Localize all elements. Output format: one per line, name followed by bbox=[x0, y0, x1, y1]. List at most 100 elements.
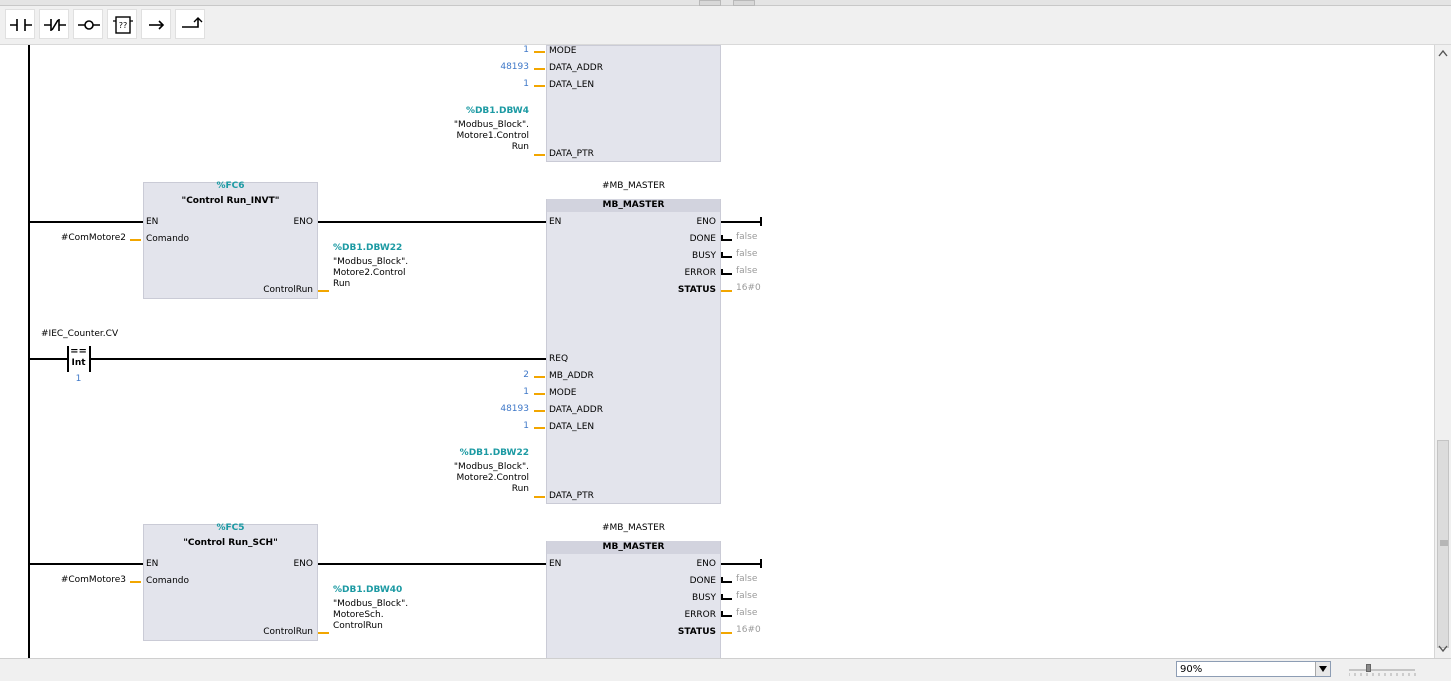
fc5-comando-operand[interactable]: #ComMotore3 bbox=[40, 575, 126, 586]
output-coil-icon[interactable] bbox=[73, 9, 103, 39]
mb-ptr-symbol-line1: "Modbus_Block". bbox=[453, 462, 529, 472]
zoom-dropdown-button[interactable] bbox=[1315, 662, 1330, 676]
mb-error-value-bot: false bbox=[736, 608, 758, 618]
mb-ptr-address[interactable]: %DB1.DBW22 bbox=[420, 448, 529, 459]
const-data-addr-top: 48193 bbox=[500, 62, 529, 72]
zoom-slider[interactable] bbox=[1348, 662, 1417, 678]
fc5-out-address[interactable]: %DB1.DBW40 bbox=[333, 585, 402, 596]
mb-status-value: 16#0 bbox=[736, 283, 761, 293]
empty-box-icon[interactable]: ?? bbox=[107, 9, 137, 39]
bool-connector bbox=[721, 252, 723, 258]
fc5-controlrun-pin: ControlRun bbox=[263, 627, 313, 637]
mb-eno: ENO bbox=[696, 217, 716, 227]
compare-operand[interactable]: #IEC_Counter.CV bbox=[41, 329, 118, 340]
pin-connector bbox=[534, 393, 545, 395]
close-branch-icon[interactable] bbox=[175, 9, 205, 39]
collapse-up-button[interactable] bbox=[699, 0, 721, 6]
pin-connector bbox=[534, 376, 545, 378]
fc6-comando-operand[interactable]: #ComMotore2 bbox=[40, 233, 126, 244]
normally-open-contact-icon[interactable] bbox=[5, 9, 35, 39]
mb-en-bot: EN bbox=[549, 559, 562, 569]
mb-ptr-symbol-line2: Motore2.Control bbox=[456, 473, 529, 483]
ptr-address-top: %DB1.DBW4 bbox=[465, 106, 529, 116]
ladder-toolbar: ?? bbox=[0, 0, 1451, 45]
fc6-out-symbol-line1: "Modbus_Block". bbox=[333, 257, 409, 267]
ladder-editor-canvas[interactable]: 1 MODE 48193 DATA_ADDR 1 DATA_LEN %DB1.D… bbox=[0, 45, 1434, 658]
bool-connector bbox=[721, 611, 723, 617]
chevron-down-icon bbox=[1319, 666, 1327, 672]
pin-data-len: DATA_LEN bbox=[549, 80, 595, 90]
fc6-controlrun-pin: ControlRun bbox=[263, 285, 313, 295]
rung-wire bbox=[30, 563, 143, 565]
fc5-en: EN bbox=[146, 559, 159, 569]
mb-busy-pin: BUSY bbox=[692, 251, 716, 261]
pin-connector bbox=[534, 68, 545, 70]
const-mb-addr[interactable]: 2 bbox=[480, 370, 529, 381]
pin-connector bbox=[721, 632, 732, 634]
bool-connector bbox=[721, 594, 723, 600]
fc6-en: EN bbox=[146, 217, 159, 227]
grip-icon bbox=[1440, 540, 1448, 546]
fc6-out-symbol-line2: Motore2.Control bbox=[333, 268, 406, 278]
fc6-address: %FC6 bbox=[216, 181, 245, 191]
zoom-select[interactable]: 90% bbox=[1176, 661, 1331, 677]
rung-wire bbox=[318, 221, 546, 223]
open-branch-icon[interactable] bbox=[141, 9, 171, 39]
mb-master-title-bot: MB_MASTER bbox=[602, 542, 665, 552]
power-rail bbox=[28, 45, 30, 658]
normally-closed-contact-icon[interactable] bbox=[39, 9, 69, 39]
bool-connector bbox=[721, 577, 723, 583]
mb-done-value-bot: false bbox=[736, 574, 758, 584]
mb-busy-value: false bbox=[736, 249, 758, 259]
ptr-symbol-line3: Run bbox=[511, 142, 529, 152]
compare-operator: == bbox=[70, 346, 87, 357]
pin-data-ptr: DATA_PTR bbox=[549, 149, 594, 159]
vertical-scrollbar[interactable] bbox=[1434, 45, 1451, 658]
const-mode-top: 1 bbox=[523, 45, 529, 55]
const-mode-mid[interactable]: 1 bbox=[480, 387, 529, 398]
mb-master-instance-bot: #MB_MASTER bbox=[601, 523, 666, 533]
rung-wire bbox=[318, 563, 546, 565]
pin-connector bbox=[534, 85, 545, 87]
fc5-comando-pin: Comando bbox=[146, 576, 189, 586]
pin-data-addr: DATA_ADDR bbox=[549, 63, 603, 73]
collapse-down-button[interactable] bbox=[733, 0, 755, 6]
const-data-addr-mid[interactable]: 48193 bbox=[480, 404, 529, 415]
pin-connector bbox=[130, 581, 141, 583]
pin-connector bbox=[721, 290, 732, 292]
fc5-out-symbol-line3: ControlRun bbox=[333, 621, 383, 631]
mb-error-pin-bot: ERROR bbox=[684, 610, 716, 620]
mb-data-len-pin: DATA_LEN bbox=[549, 422, 595, 432]
mb-done-pin-bot: DONE bbox=[689, 576, 716, 586]
const-data-len-top: 1 bbox=[523, 79, 529, 89]
scrollbar-thumb[interactable] bbox=[1437, 440, 1449, 648]
mb-data-ptr-pin: DATA_PTR bbox=[549, 491, 594, 501]
fc6-eno: ENO bbox=[293, 217, 313, 227]
zoom-value: 90% bbox=[1180, 664, 1203, 675]
mb-en: EN bbox=[549, 217, 562, 227]
mb-status-pin: STATUS bbox=[677, 285, 716, 295]
scroll-up-icon[interactable] bbox=[1438, 49, 1448, 57]
compare-value[interactable]: 1 bbox=[68, 374, 89, 385]
rung-wire bbox=[91, 358, 546, 360]
mb-mode-pin: MODE bbox=[549, 388, 577, 398]
scroll-down-icon[interactable] bbox=[1438, 645, 1448, 653]
ptr-symbol-line2: Motore1.Control bbox=[456, 131, 529, 141]
mb-data-addr-pin: DATA_ADDR bbox=[549, 405, 603, 415]
pin-connector bbox=[534, 154, 545, 156]
const-data-len-mid[interactable]: 1 bbox=[480, 421, 529, 432]
fc6-name: "Control Run_INVT" bbox=[181, 196, 280, 206]
zoom-slider-handle[interactable] bbox=[1366, 664, 1371, 672]
fc5-out-symbol-line1: "Modbus_Block". bbox=[333, 599, 409, 609]
mb-status-value-bot: 16#0 bbox=[736, 625, 761, 635]
mb-busy-value-bot: false bbox=[736, 591, 758, 601]
compare-type: Int bbox=[71, 358, 86, 368]
pin-mode: MODE bbox=[549, 46, 577, 56]
mb-done-value: false bbox=[736, 232, 758, 242]
fc5-name: "Control Run_SCH" bbox=[183, 538, 278, 548]
mb-eno-bot: ENO bbox=[696, 559, 716, 569]
rung-end bbox=[760, 217, 762, 226]
fc5-out-symbol-line2: MotoreSch. bbox=[333, 610, 384, 620]
pin-connector bbox=[534, 51, 545, 53]
fc5-eno: ENO bbox=[293, 559, 313, 569]
